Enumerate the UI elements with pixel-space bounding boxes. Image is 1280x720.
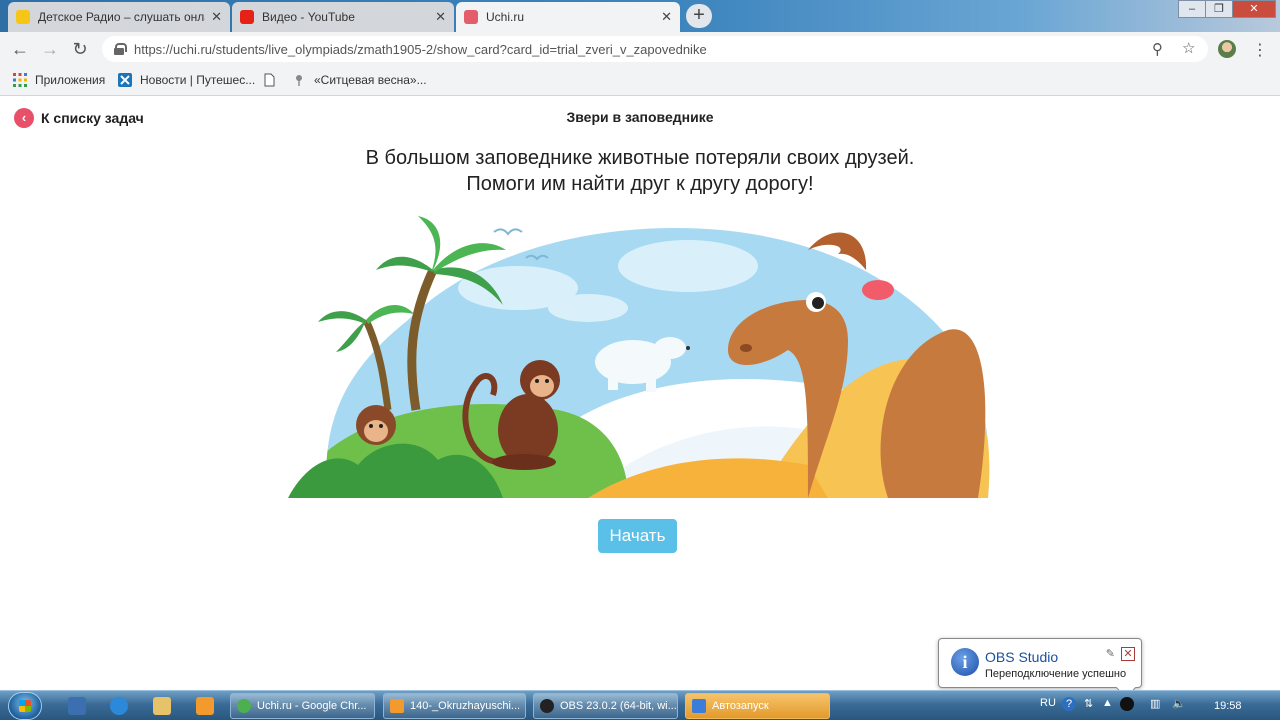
- tab-title: Детское Радио – слушать онлайн: [38, 10, 205, 24]
- address-bar[interactable]: https://uchi.ru/students/live_olympiads/…: [102, 36, 1208, 62]
- close-icon[interactable]: ✕: [1121, 647, 1135, 661]
- reload-icon[interactable]: ↻: [69, 38, 91, 60]
- taskbar-item-chrome[interactable]: Uchi.ru - Google Chr...: [230, 693, 375, 719]
- help-icon[interactable]: ?: [1062, 697, 1076, 711]
- folder-icon[interactable]: [153, 697, 171, 715]
- start-button[interactable]: Начать: [598, 519, 677, 553]
- back-arrow-icon[interactable]: ←: [9, 38, 31, 60]
- taskbar-item-label: Uchi.ru - Google Chr...: [257, 700, 367, 712]
- close-icon[interactable]: ✕: [211, 9, 222, 25]
- reserve-animals-illustration: [288, 216, 990, 498]
- internet-explorer-icon[interactable]: [110, 697, 128, 715]
- bookmarks-bar: Приложения Новости | Путешес... «Ситцева…: [0, 66, 1280, 96]
- tab-detskoe-radio[interactable]: Детское Радио – слушать онлайн ✕: [8, 2, 230, 32]
- bookmark-site-icon: [118, 73, 132, 87]
- uchi-icon: [464, 10, 478, 24]
- task-description-line: В большом заповеднике животные потеряли …: [365, 147, 915, 169]
- yellow-radio-icon: [16, 10, 30, 24]
- media-player-icon[interactable]: [196, 697, 214, 715]
- start-button-orb[interactable]: [8, 692, 42, 720]
- task-description-line: Помоги им найти друг к другу дорогу!: [466, 173, 814, 195]
- url-text: https://uchi.ru/students/live_olympiads/…: [134, 41, 707, 57]
- taskbar-item-label: 140-_Okruzhayuschi...: [410, 700, 521, 712]
- bookmark-label: «Ситцевая весна»...: [314, 73, 427, 87]
- profile-avatar[interactable]: [1218, 40, 1236, 58]
- bookmark-news[interactable]: Новости | Путешес...: [118, 73, 255, 87]
- notification-title: OBS Studio: [985, 649, 1059, 665]
- obs-notification[interactable]: i OBS Studio Переподключение успешно ✎ ✕: [938, 638, 1142, 698]
- bird-icon: [493, 228, 523, 236]
- taskbar-item-autorun[interactable]: Автозапуск: [685, 693, 830, 719]
- obs-icon: [540, 699, 554, 713]
- bookmark-label: Приложения: [35, 73, 106, 87]
- clock[interactable]: 19:58: [1214, 700, 1242, 712]
- menu-dots-icon[interactable]: ⋮: [1252, 40, 1268, 60]
- tray-icon[interactable]: ⇅: [1084, 697, 1093, 710]
- bookmark-apps[interactable]: Приложения: [13, 73, 105, 87]
- volume-icon[interactable]: 🔈: [1172, 697, 1186, 710]
- apps-grid-icon: [13, 73, 27, 87]
- taskbar-item-label: Автозапуск: [712, 700, 769, 712]
- maximize-button[interactable]: ❐: [1205, 0, 1233, 18]
- tab-title: Uchi.ru: [486, 10, 525, 24]
- obs-tray-icon[interactable]: [1120, 697, 1134, 711]
- taskbar-item-obs[interactable]: OBS 23.0.2 (64-bit, wi...: [533, 693, 678, 719]
- back-to-task-list-link[interactable]: ‹ К списку задач: [14, 108, 144, 128]
- autorun-icon: [692, 699, 706, 713]
- close-icon[interactable]: ✕: [661, 9, 672, 25]
- info-icon: i: [951, 648, 979, 676]
- chevron-left-icon: ‹: [14, 108, 34, 128]
- pin-icon[interactable]: ✎: [1106, 647, 1115, 660]
- zoom-icon[interactable]: ⚲: [1152, 40, 1163, 58]
- forward-arrow-icon[interactable]: →: [39, 38, 61, 60]
- network-icon[interactable]: ▥: [1150, 697, 1160, 710]
- close-icon[interactable]: ✕: [435, 9, 446, 25]
- page-icon: [264, 73, 275, 87]
- taskbar-item-label: OBS 23.0.2 (64-bit, wi...: [560, 700, 677, 712]
- bookmark-star-icon[interactable]: ☆: [1182, 39, 1195, 57]
- window-close-button[interactable]: ✕: [1232, 0, 1276, 18]
- youtube-icon: [240, 10, 254, 24]
- bookmark-page[interactable]: [262, 73, 284, 87]
- minimize-button[interactable]: –: [1178, 0, 1206, 18]
- pinned-app-icon[interactable]: [68, 697, 86, 715]
- document-icon: [390, 699, 404, 713]
- chrome-icon: [237, 699, 251, 713]
- task-description: В большом заповеднике животные потеряли …: [240, 145, 1040, 197]
- taskbar-item-document[interactable]: 140-_Okruzhayuschi...: [383, 693, 526, 719]
- bookmark-sitceva-vesna[interactable]: «Ситцевая весна»...: [292, 73, 427, 87]
- new-tab-button[interactable]: +: [686, 4, 712, 28]
- tab-title: Видео - YouTube: [262, 10, 355, 24]
- page-title: Звери в заповеднике: [566, 109, 714, 125]
- show-hidden-icons[interactable]: ▲: [1102, 697, 1113, 709]
- language-indicator[interactable]: RU: [1040, 697, 1056, 709]
- tab-youtube[interactable]: Видео - YouTube ✕: [232, 2, 454, 32]
- back-link-label: К списку задач: [41, 110, 144, 126]
- lock-icon: [114, 43, 127, 55]
- notification-message: Переподключение успешно: [985, 668, 1127, 680]
- bookmark-flower-icon: [296, 75, 302, 86]
- monkey-small: [356, 405, 396, 445]
- tab-uchi[interactable]: Uchi.ru ✕: [456, 2, 680, 32]
- bookmark-label: Новости | Путешес...: [140, 73, 256, 87]
